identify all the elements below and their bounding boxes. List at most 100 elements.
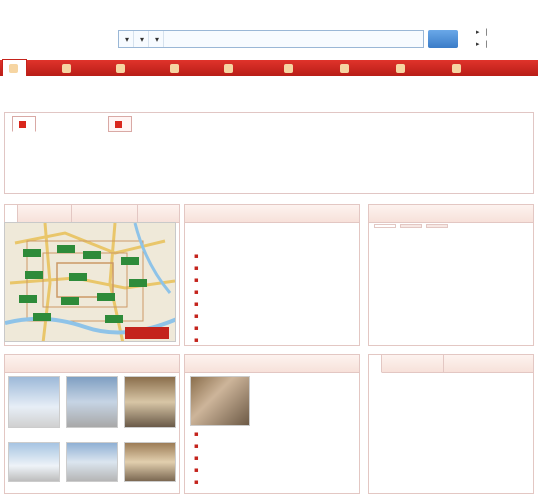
table-row[interactable] bbox=[378, 309, 516, 319]
news-item[interactable]: ▪ bbox=[194, 288, 360, 298]
tab-month[interactable] bbox=[426, 224, 448, 228]
table-row[interactable] bbox=[378, 320, 516, 330]
table-row[interactable] bbox=[378, 450, 516, 460]
main-nav-item[interactable] bbox=[396, 60, 407, 76]
news-item[interactable]: ▪ bbox=[194, 300, 360, 310]
bullet-icon: ▪ bbox=[194, 312, 199, 320]
site-logo[interactable] bbox=[6, 10, 68, 50]
tab-price-analysis[interactable] bbox=[125, 205, 138, 223]
chevron-down-icon: ▾ bbox=[155, 34, 160, 44]
news-item[interactable]: ▪ bbox=[194, 454, 360, 464]
table-row[interactable] bbox=[378, 474, 516, 484]
main-nav-item[interactable] bbox=[170, 60, 181, 76]
cell bbox=[378, 331, 438, 341]
news-item[interactable]: ▪ bbox=[194, 312, 360, 322]
news-item[interactable]: ▪ bbox=[194, 264, 360, 274]
filter-key bbox=[12, 138, 40, 148]
region-select[interactable]: ▾ bbox=[119, 31, 135, 47]
tab-month[interactable] bbox=[400, 224, 422, 228]
property-photo[interactable] bbox=[124, 442, 176, 482]
tab-metro-search[interactable] bbox=[59, 205, 72, 223]
cell bbox=[468, 414, 516, 424]
property-photo[interactable] bbox=[8, 376, 60, 428]
floorplan-icon bbox=[452, 63, 461, 73]
main-nav-item[interactable] bbox=[116, 60, 127, 76]
feature-photo[interactable] bbox=[190, 376, 250, 426]
property-photo[interactable] bbox=[124, 376, 176, 428]
cell bbox=[468, 462, 516, 472]
table-row[interactable] bbox=[378, 390, 516, 400]
main-nav-item[interactable] bbox=[62, 60, 73, 76]
news-item[interactable]: ▪ bbox=[194, 430, 360, 440]
cell bbox=[468, 474, 516, 484]
headline[interactable] bbox=[194, 222, 360, 234]
price-select[interactable]: ▾ bbox=[149, 31, 165, 47]
table-row[interactable] bbox=[378, 276, 516, 286]
main-nav-item[interactable] bbox=[340, 60, 351, 76]
cell bbox=[438, 331, 468, 341]
main-nav-item[interactable] bbox=[224, 60, 235, 76]
property-name[interactable] bbox=[64, 484, 120, 494]
city-switch-link[interactable] bbox=[76, 40, 106, 50]
tab-map-search[interactable] bbox=[5, 205, 18, 223]
column-header bbox=[438, 376, 468, 388]
table-row[interactable] bbox=[378, 298, 516, 308]
bullet-icon: ▪ bbox=[194, 336, 199, 344]
filter-option[interactable] bbox=[70, 166, 76, 176]
filter-option[interactable] bbox=[76, 180, 82, 190]
property-name[interactable] bbox=[64, 430, 120, 440]
column-header bbox=[468, 376, 516, 388]
property-photo[interactable] bbox=[8, 442, 60, 482]
type-select[interactable]: ▾ bbox=[134, 31, 150, 47]
property-photo[interactable] bbox=[66, 442, 118, 482]
table-row[interactable] bbox=[378, 331, 516, 341]
bullet-icon: ▪ bbox=[194, 430, 199, 438]
top-nav bbox=[118, 14, 166, 26]
property-name[interactable] bbox=[6, 484, 62, 494]
tab-monthly-move-in[interactable] bbox=[431, 355, 444, 373]
filter-key bbox=[12, 166, 40, 176]
property-photo[interactable] bbox=[66, 376, 118, 428]
cell bbox=[438, 390, 468, 400]
tab-by-region[interactable] bbox=[12, 116, 36, 132]
headline-sub[interactable] bbox=[194, 236, 360, 246]
main-nav-item[interactable] bbox=[452, 60, 463, 76]
cell bbox=[438, 474, 468, 484]
cell bbox=[468, 265, 516, 275]
fire-icon bbox=[284, 63, 293, 73]
news-item[interactable]: ▪ bbox=[194, 276, 360, 286]
district-map[interactable] bbox=[4, 222, 176, 342]
tab-month[interactable] bbox=[374, 224, 396, 228]
table-row[interactable] bbox=[378, 402, 516, 412]
property-name[interactable] bbox=[122, 484, 178, 494]
table-row[interactable] bbox=[378, 426, 516, 436]
news-item[interactable]: ▪ bbox=[194, 324, 360, 334]
chevron-down-icon: ▾ bbox=[140, 34, 145, 44]
news-item[interactable]: ▪ bbox=[194, 442, 360, 452]
news-item[interactable]: ▪ bbox=[194, 336, 360, 346]
table-row[interactable] bbox=[378, 414, 516, 424]
property-name[interactable] bbox=[122, 430, 178, 440]
map-graphic bbox=[5, 223, 175, 341]
cell bbox=[438, 402, 468, 412]
news-item[interactable]: ▪ bbox=[194, 252, 360, 262]
table-row[interactable] bbox=[378, 287, 516, 297]
filter-option[interactable] bbox=[112, 152, 118, 162]
main-nav-item[interactable] bbox=[284, 60, 295, 76]
table-row[interactable] bbox=[378, 438, 516, 448]
news-item[interactable]: ▪ bbox=[194, 466, 360, 476]
bullet-icon: ▪ bbox=[194, 264, 199, 272]
filter-option[interactable] bbox=[130, 138, 136, 148]
search-button[interactable] bbox=[428, 30, 458, 48]
cell bbox=[378, 426, 438, 436]
main-nav-item[interactable] bbox=[2, 59, 27, 76]
tab-monthly-open[interactable] bbox=[369, 355, 382, 373]
news-item[interactable]: ▪ bbox=[194, 478, 360, 488]
table-row[interactable] bbox=[378, 265, 516, 275]
table-row[interactable] bbox=[378, 462, 516, 472]
property-name[interactable] bbox=[6, 430, 62, 440]
cell bbox=[438, 438, 468, 448]
table-row[interactable] bbox=[378, 254, 516, 264]
tab-by-metro[interactable] bbox=[108, 116, 132, 132]
cell bbox=[438, 265, 468, 275]
